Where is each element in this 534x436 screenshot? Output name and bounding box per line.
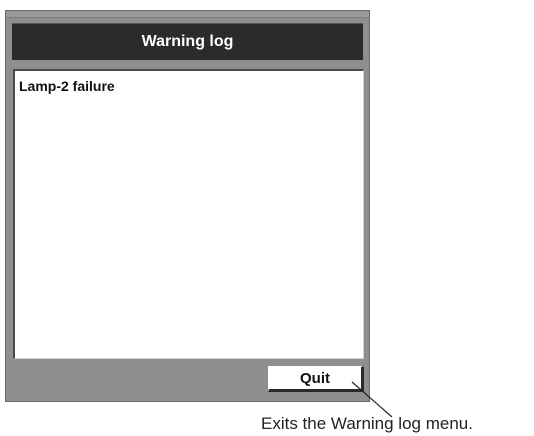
dialog-title: Warning log: [12, 23, 363, 60]
annotation-caption: Exits the Warning log menu.: [261, 414, 473, 433]
quit-button[interactable]: Quit: [268, 366, 364, 392]
warning-log-dialog: Warning log Lamp-2 failure Quit: [5, 10, 370, 402]
log-entry: Lamp-2 failure: [19, 78, 115, 94]
dialog-top-strip: [6, 11, 369, 18]
warning-log-list: Lamp-2 failure: [13, 69, 364, 359]
